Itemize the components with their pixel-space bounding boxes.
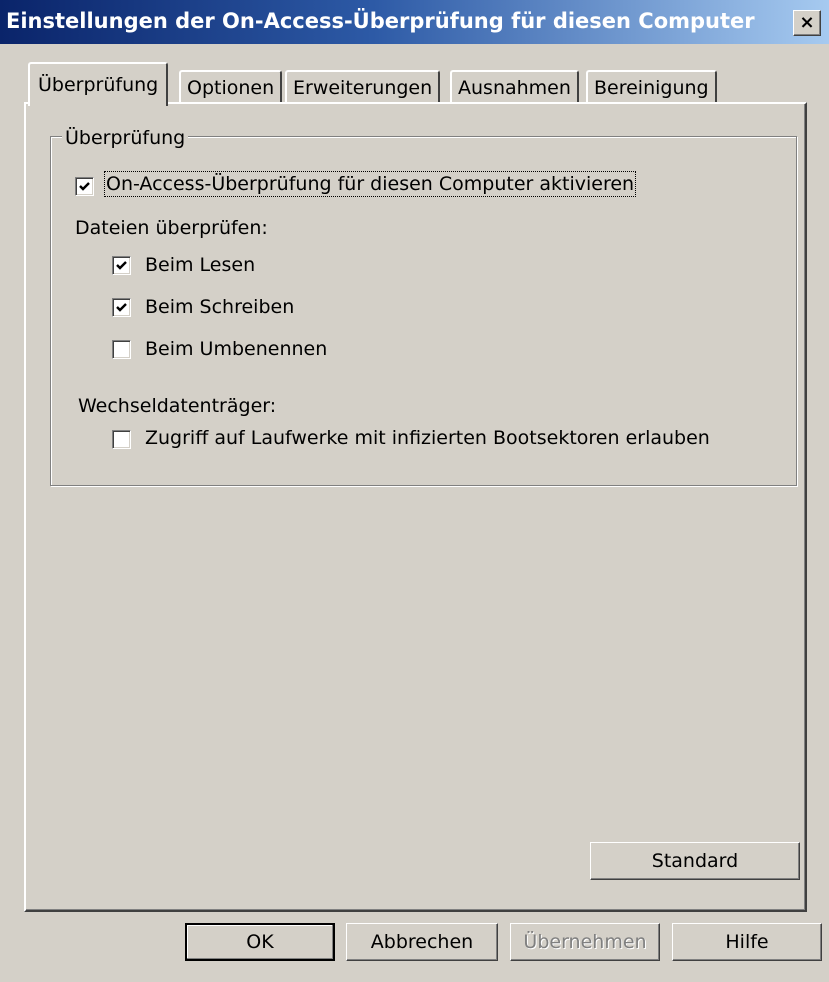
title-bar: Einstellungen der On-Access-Überprüfung …	[0, 0, 829, 44]
checkmark-icon	[116, 303, 127, 312]
standard-button[interactable]: Standard	[590, 842, 800, 880]
scan-on-rename-checkbox[interactable]	[112, 340, 131, 359]
files-scan-label: Dateien überprüfen:	[75, 217, 268, 239]
scan-on-write-checkbox[interactable]	[112, 298, 131, 317]
cancel-button-label: Abbrechen	[370, 931, 474, 953]
tab-label: Optionen	[187, 77, 275, 99]
checkmark-icon	[79, 182, 90, 191]
scan-on-read-label[interactable]: Beim Lesen	[145, 254, 255, 276]
cancel-button[interactable]: Abbrechen	[346, 923, 498, 961]
tab-optionen[interactable]: Optionen	[179, 70, 283, 104]
standard-button-label: Standard	[651, 850, 739, 872]
scan-on-read-checkbox[interactable]	[112, 256, 131, 275]
tab-label: Überprüfung	[38, 74, 159, 96]
scan-on-write-label[interactable]: Beim Schreiben	[145, 296, 294, 318]
removable-media-label: Wechseldatenträger:	[78, 395, 277, 417]
help-button-label: Hilfe	[725, 931, 769, 953]
tab-label: Bereinigung	[594, 77, 709, 99]
tab-ausnahmen[interactable]: Ausnahmen	[450, 70, 579, 104]
checkmark-icon	[116, 261, 127, 270]
tab-label: Ausnahmen	[458, 77, 571, 99]
groupbox-title: Überprüfung	[62, 127, 189, 149]
apply-button: Übernehmen	[510, 923, 660, 961]
ok-button[interactable]: OK	[185, 923, 335, 961]
dialog-window: Einstellungen der On-Access-Überprüfung …	[0, 0, 829, 982]
window-title: Einstellungen der On-Access-Überprüfung …	[6, 9, 755, 33]
allow-infected-boot-label[interactable]: Zugriff auf Laufwerke mit infizierten Bo…	[145, 427, 710, 449]
tab-ueberpruefung[interactable]: Überprüfung	[28, 62, 169, 106]
apply-button-label: Übernehmen	[523, 931, 647, 953]
tab-label: Erweiterungen	[293, 77, 433, 99]
tab-erweiterungen[interactable]: Erweiterungen	[285, 70, 441, 104]
ok-button-label: OK	[246, 931, 274, 953]
enable-onaccess-checkbox[interactable]	[75, 177, 94, 196]
scan-on-rename-label[interactable]: Beim Umbenennen	[145, 338, 327, 360]
allow-infected-boot-checkbox[interactable]	[112, 430, 131, 449]
help-button[interactable]: Hilfe	[672, 923, 822, 961]
close-icon: ×	[799, 12, 815, 33]
enable-onaccess-label[interactable]: On-Access-Überprüfung für diesen Compute…	[103, 171, 637, 197]
close-button[interactable]: ×	[793, 10, 821, 36]
tab-bereinigung[interactable]: Bereinigung	[586, 70, 717, 104]
